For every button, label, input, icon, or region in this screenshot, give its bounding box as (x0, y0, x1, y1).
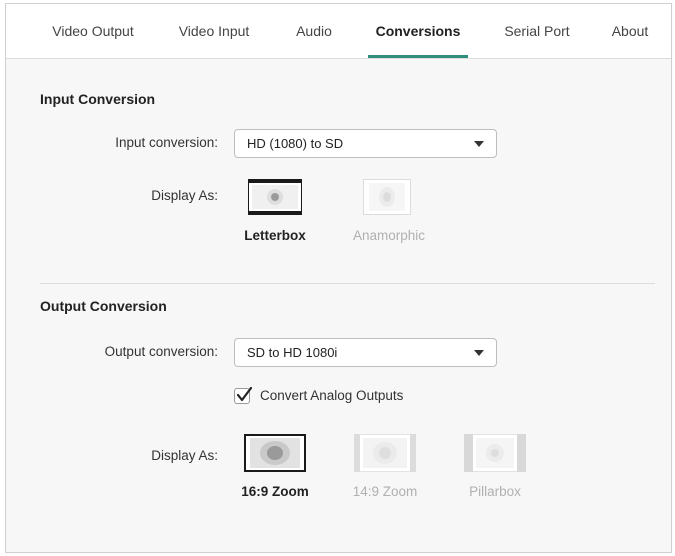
anamorphic-label[interactable]: Anamorphic (344, 228, 434, 243)
pillarbox-label[interactable]: Pillarbox (450, 484, 540, 499)
settings-window: Video Output Video Input Audio Conversio… (5, 3, 672, 553)
section-divider (40, 283, 655, 284)
zoom-14-9-label[interactable]: 14:9 Zoom (340, 484, 430, 499)
tab-about[interactable]: About (602, 4, 658, 58)
tab-bar: Video Output Video Input Audio Conversio… (6, 4, 671, 59)
tab-conversions[interactable]: Conversions (368, 4, 468, 58)
tab-serial-port[interactable]: Serial Port (492, 4, 582, 58)
output-conversion-title: Output Conversion (40, 298, 167, 314)
output-display-as-label: Display As: (151, 448, 218, 463)
letterbox-label[interactable]: Letterbox (230, 228, 320, 243)
zoom-16-9-label[interactable]: 16:9 Zoom (230, 484, 320, 499)
chevron-down-icon (474, 140, 484, 147)
checkmark-icon (236, 387, 252, 402)
output-conversion-value: SD to HD 1080i (247, 345, 338, 360)
input-conversion-title: Input Conversion (40, 91, 156, 107)
tab-video-input[interactable]: Video Input (164, 4, 264, 58)
tab-audio[interactable]: Audio (286, 4, 342, 58)
input-conversion-label: Input conversion: (115, 135, 218, 150)
zoom-14-9-icon[interactable] (354, 434, 416, 472)
zoom-16-9-icon[interactable] (244, 434, 306, 472)
pillarbox-icon[interactable] (464, 434, 526, 472)
input-conversion-value: HD (1080) to SD (247, 136, 344, 151)
convert-analog-outputs-label[interactable]: Convert Analog Outputs (260, 388, 403, 403)
chevron-down-icon (474, 349, 484, 356)
input-display-as-label: Display As: (151, 188, 218, 203)
letterbox-icon[interactable] (248, 179, 302, 215)
input-conversion-select[interactable]: HD (1080) to SD (234, 129, 497, 158)
tab-video-output[interactable]: Video Output (36, 4, 150, 58)
convert-analog-outputs-checkbox[interactable] (234, 387, 252, 404)
output-conversion-label: Output conversion: (104, 344, 218, 359)
anamorphic-icon[interactable] (363, 179, 411, 215)
output-conversion-select[interactable]: SD to HD 1080i (234, 338, 497, 367)
